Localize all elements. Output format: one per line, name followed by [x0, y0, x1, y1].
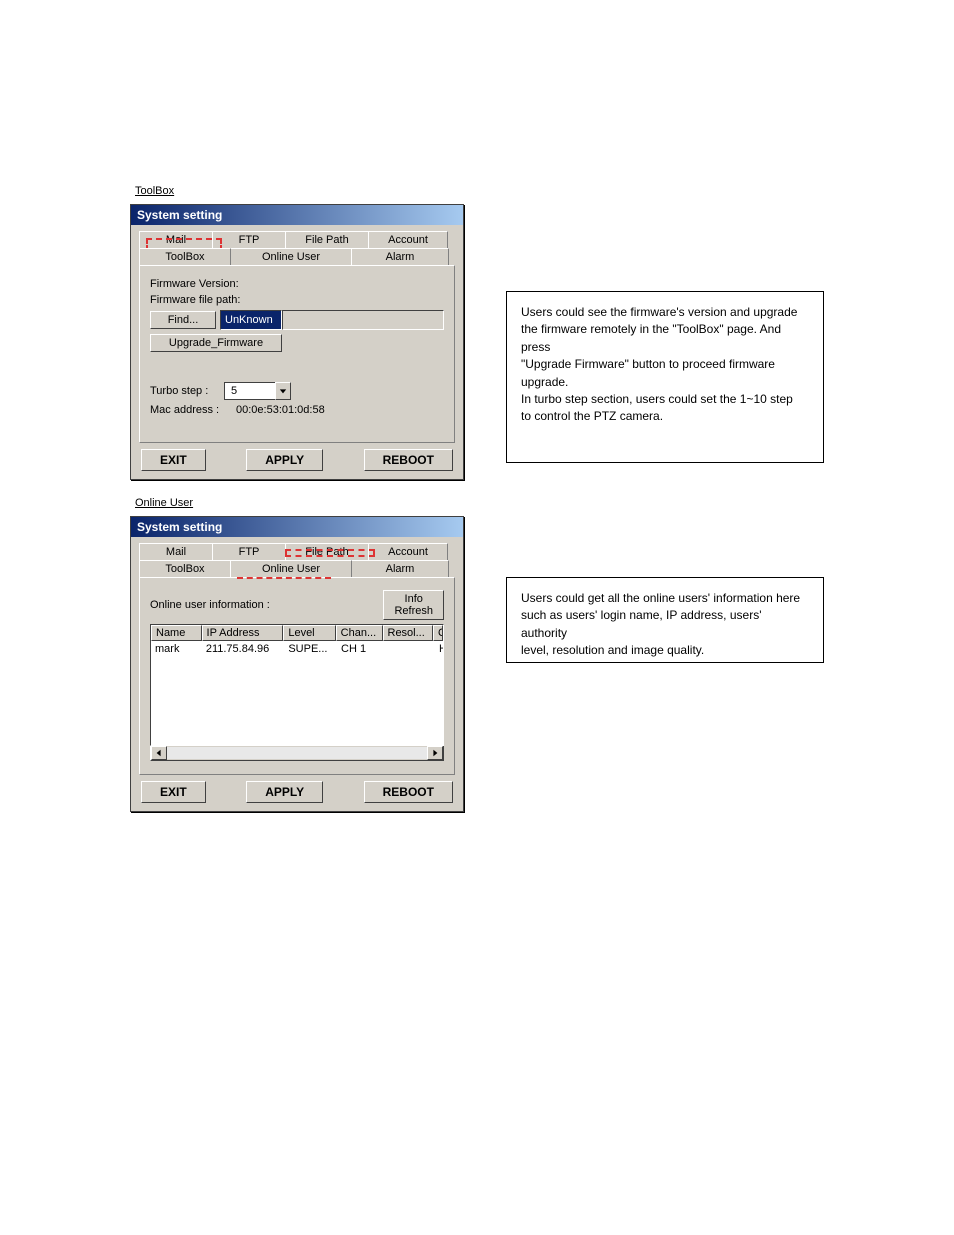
mac-address-label: Mac address : — [150, 404, 230, 416]
col-name[interactable]: Name — [151, 625, 202, 641]
dialog-system-setting-online: System setting Mail FTP File Path Accoun… — [130, 516, 464, 812]
dialog-system-setting-toolbox: System setting Mail FTP File Path Accoun… — [130, 204, 464, 480]
tab-file-path-2[interactable]: File Path — [285, 543, 369, 560]
turbo-step-label: Turbo step : — [150, 385, 218, 397]
online-user-info-label: Online user information : — [150, 599, 270, 611]
section-heading-toolbox: ToolBox — [135, 185, 205, 197]
cell-level: SUPE... — [284, 642, 337, 656]
tab-mail[interactable]: Mail — [139, 231, 213, 248]
titlebar-2: System setting — [131, 517, 463, 537]
cell-ip: 211.75.84.96 — [202, 642, 285, 656]
panel-toolbox: Firmware Version: Firmware file path: Fi… — [139, 265, 455, 443]
tab-account-2[interactable]: Account — [368, 543, 448, 560]
desc1-l6: to control the PTZ camera. — [521, 409, 663, 423]
listview-header: Name IP Address Level Chan... Resol... Q… — [151, 625, 443, 641]
desc1-l2a: the firmware remotely in the — [521, 322, 672, 336]
desc2-l3: level, resolution and image quality. — [521, 643, 704, 657]
cell-qua: HIG — [435, 642, 443, 656]
col-resol[interactable]: Resol... — [383, 625, 434, 641]
upgrade-firmware-button[interactable]: Upgrade_Firmware — [150, 334, 282, 352]
desc2-l2: such as users' login name, IP address, u… — [521, 608, 761, 639]
desc1-l3b: button to proceed firmware — [629, 357, 775, 371]
desc1-l3a: Upgrade Firmware — [525, 357, 624, 371]
desc2-l1: Users could get all the online users' in… — [521, 591, 800, 605]
tab-file-path[interactable]: File Path — [285, 231, 369, 248]
tab-strip-2: Mail FTP File Path Account ToolBox Onlin… — [139, 543, 455, 577]
exit-button-2[interactable]: EXIT — [141, 781, 206, 803]
cell-resol — [384, 642, 435, 656]
tab-toolbox-2[interactable]: ToolBox — [139, 560, 231, 577]
apply-button[interactable]: APPLY — [246, 449, 323, 471]
desc1-l4: upgrade. — [521, 375, 568, 389]
description-box-toolbox: Users could see the firmware's version a… — [506, 291, 824, 463]
tab-online-user-2[interactable]: Online User — [230, 560, 352, 577]
tab-alarm-2[interactable]: Alarm — [351, 560, 449, 577]
cell-name: mark — [151, 642, 202, 656]
desc1-l1: Users could see the firmware's version a… — [521, 305, 797, 319]
panel-online-user: Online user information : Info Refresh N… — [139, 577, 455, 775]
find-value: UnKnown — [220, 310, 282, 330]
online-user-listview[interactable]: Name IP Address Level Chan... Resol... Q… — [150, 624, 444, 746]
tab-ftp-2[interactable]: FTP — [212, 543, 286, 560]
tab-alarm[interactable]: Alarm — [351, 248, 449, 265]
scroll-track[interactable] — [167, 747, 427, 759]
info-refresh-button[interactable]: Info Refresh — [383, 590, 444, 620]
description-box-online-user: Users could get all the online users' in… — [506, 577, 824, 663]
fw-file-path-label: Firmware file path: — [150, 294, 240, 306]
fw-version-label: Firmware Version: — [150, 278, 239, 290]
desc1-l5: In turbo step section, users could set t… — [521, 392, 793, 406]
apply-button-2[interactable]: APPLY — [246, 781, 323, 803]
scroll-right-icon[interactable] — [427, 746, 443, 760]
horizontal-scrollbar[interactable] — [150, 745, 444, 761]
cell-chan: CH 1 — [337, 642, 384, 656]
titlebar: System setting — [131, 205, 463, 225]
desc1-l2b: ToolBox — [677, 322, 720, 336]
col-level[interactable]: Level — [283, 625, 335, 641]
scroll-left-icon[interactable] — [151, 746, 167, 760]
chevron-down-icon[interactable] — [275, 382, 291, 400]
tab-online-user[interactable]: Online User — [230, 248, 352, 265]
find-button[interactable]: Find... — [150, 311, 216, 329]
col-chan[interactable]: Chan... — [336, 625, 383, 641]
tab-account[interactable]: Account — [368, 231, 448, 248]
mac-address-value: 00:0e:53:01:0d:58 — [236, 404, 325, 416]
col-qua[interactable]: Qua — [433, 625, 443, 641]
tab-toolbox[interactable]: ToolBox — [139, 248, 231, 265]
reboot-button[interactable]: REBOOT — [364, 449, 453, 471]
reboot-button-2[interactable]: REBOOT — [364, 781, 453, 803]
col-ip[interactable]: IP Address — [202, 625, 284, 641]
turbo-step-value: 5 — [224, 382, 275, 400]
turbo-step-combo[interactable]: 5 — [224, 382, 291, 400]
firmware-path-field — [282, 310, 444, 330]
tab-ftp[interactable]: FTP — [212, 231, 286, 248]
tab-strip: Mail FTP File Path Account ToolBox Onlin… — [139, 231, 455, 265]
table-row[interactable]: mark 211.75.84.96 SUPE... CH 1 HIG — [151, 641, 443, 656]
section-heading-online-user: Online User — [135, 497, 225, 509]
tab-mail-2[interactable]: Mail — [139, 543, 213, 560]
exit-button[interactable]: EXIT — [141, 449, 206, 471]
